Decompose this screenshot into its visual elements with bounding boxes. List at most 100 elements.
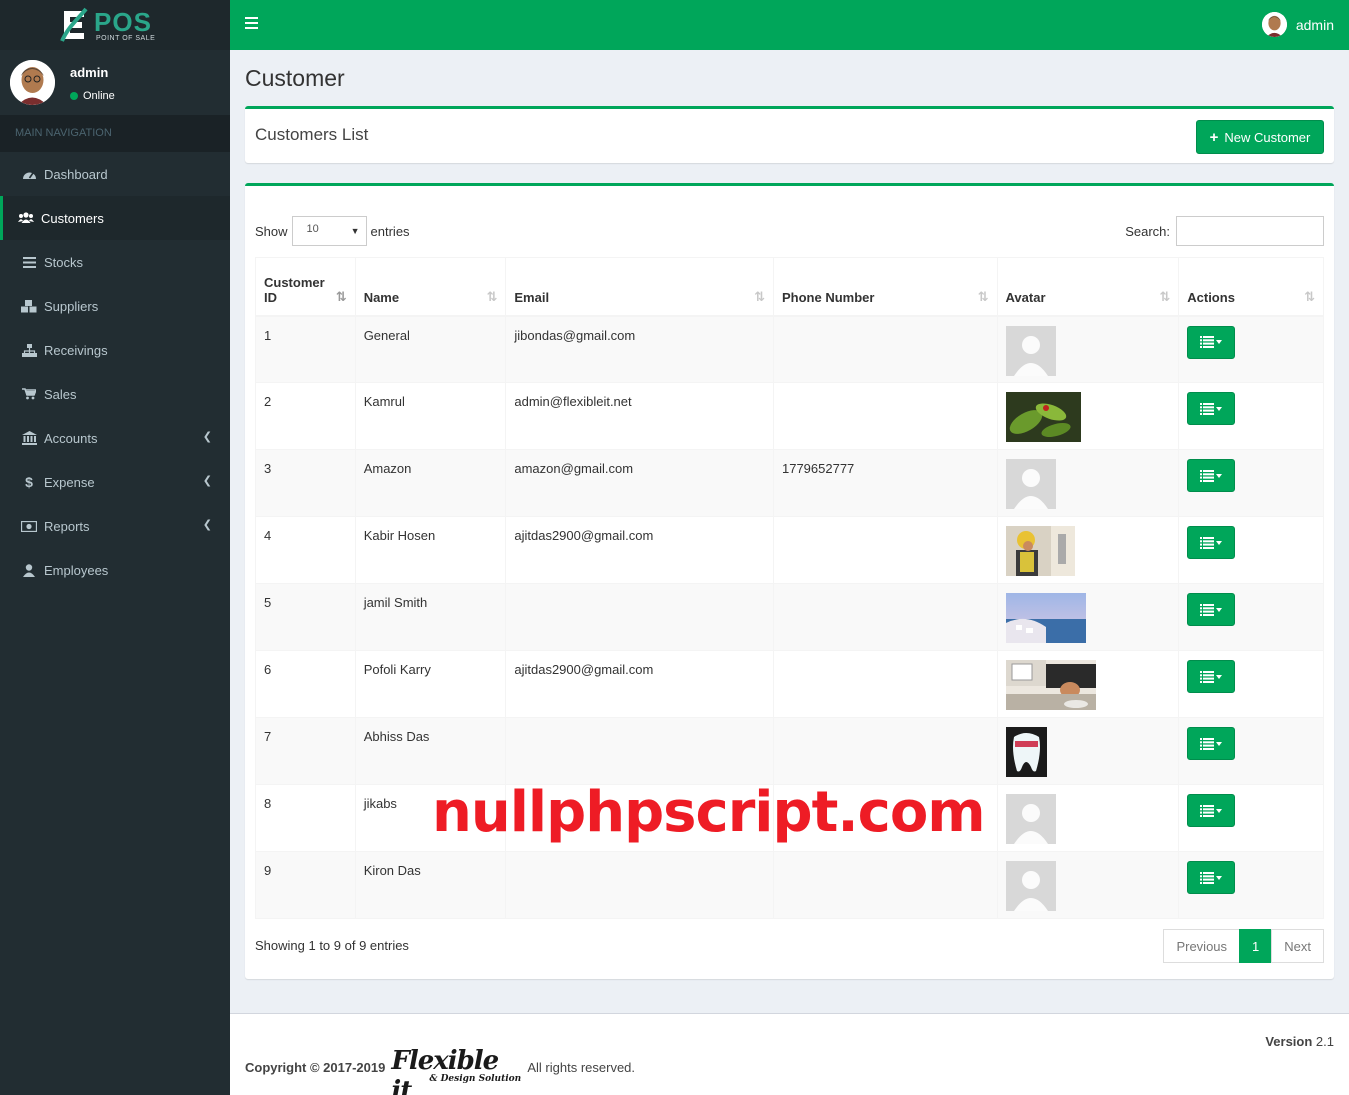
default-avatar-image bbox=[1005, 861, 1056, 911]
cell-name: Kabir Hosen bbox=[354, 516, 507, 584]
list-icon bbox=[21, 256, 37, 268]
sitemap-icon bbox=[21, 343, 37, 357]
next-page-button[interactable]: Next bbox=[1271, 929, 1324, 963]
table-row: 9 Kiron Das bbox=[255, 851, 1324, 919]
page-length-select[interactable]: 10 ▼ bbox=[291, 216, 367, 246]
brand-name: Flexible it bbox=[391, 1046, 499, 1095]
sidebar-item-expense[interactable]: $ Expense ❮ bbox=[0, 460, 230, 504]
column-header-label: Avatar bbox=[1005, 289, 1046, 305]
cell-customer-id: 3 bbox=[255, 449, 356, 517]
column-header-label: Customer ID bbox=[264, 274, 325, 305]
cell-customer-id: 8 bbox=[255, 784, 356, 852]
bank-icon bbox=[21, 431, 37, 445]
logo-e-icon bbox=[60, 7, 88, 42]
sidebar-item-suppliers[interactable]: Suppliers bbox=[0, 284, 230, 328]
customer-avatar-image bbox=[1005, 727, 1047, 777]
search-label: Search: bbox=[1125, 223, 1170, 239]
row-actions-button[interactable] bbox=[1187, 392, 1236, 425]
page-length-value: 10 bbox=[306, 223, 319, 235]
cell-name: Abhiss Das bbox=[354, 717, 507, 785]
dashboard-icon bbox=[21, 168, 37, 180]
sidebar-item-receivings[interactable]: Receivings bbox=[0, 328, 230, 372]
column-header-actions[interactable]: Actions ⇅ bbox=[1178, 257, 1324, 317]
column-header-phone[interactable]: Phone Number ⇅ bbox=[772, 257, 998, 317]
cell-phone bbox=[772, 650, 998, 718]
nav-header: MAIN NAVIGATION bbox=[0, 115, 230, 152]
sidebar-item-label: Sales bbox=[44, 386, 77, 402]
cell-avatar bbox=[996, 784, 1180, 852]
list-dropdown-icon bbox=[1200, 871, 1223, 884]
column-header-email[interactable]: Email ⇅ bbox=[505, 257, 774, 317]
row-actions-button[interactable] bbox=[1187, 459, 1236, 492]
sidebar-item-dashboard[interactable]: Dashboard bbox=[0, 152, 230, 196]
column-header-id[interactable]: Customer ID ⇅ bbox=[255, 257, 356, 317]
row-actions-button[interactable] bbox=[1187, 325, 1236, 359]
plus-icon: + bbox=[1209, 128, 1219, 146]
sort-icon: ⇅ bbox=[1159, 288, 1171, 304]
sidebar-item-customers[interactable]: Customers bbox=[0, 196, 230, 240]
user-menu[interactable]: admin bbox=[1261, 12, 1334, 37]
sidebar-item-sales[interactable]: Sales bbox=[0, 372, 230, 416]
sidebar-item-reports[interactable]: Reports ❮ bbox=[0, 504, 230, 548]
sidebar-item-label: Accounts bbox=[44, 430, 98, 446]
list-dropdown-icon bbox=[1200, 603, 1223, 616]
row-actions-button[interactable] bbox=[1187, 526, 1236, 559]
customer-avatar-image bbox=[1005, 593, 1086, 643]
row-actions-button[interactable] bbox=[1187, 660, 1236, 693]
user-panel: admin Online bbox=[0, 50, 230, 115]
box-title: Customers List bbox=[255, 125, 369, 144]
row-actions-button[interactable] bbox=[1187, 794, 1236, 827]
cell-email: admin@flexibleit.net bbox=[505, 382, 774, 450]
table-row: 7 Abhiss Das bbox=[255, 717, 1324, 785]
cell-name: jamil Smith bbox=[354, 583, 507, 651]
cell-actions bbox=[1178, 516, 1324, 584]
cell-phone bbox=[772, 382, 998, 450]
cell-email: amazon@gmail.com bbox=[505, 449, 774, 517]
sidebar-item-employees[interactable]: Employees bbox=[0, 548, 230, 592]
cell-phone bbox=[772, 851, 998, 919]
sort-icon: ⇅ bbox=[486, 288, 498, 304]
user-name: admin bbox=[70, 65, 109, 80]
customers-table-box: Show 10 ▼ entries Search: Customer ID ⇅ N… bbox=[245, 183, 1334, 979]
menu-toggle-icon[interactable] bbox=[245, 17, 258, 31]
sort-asc-icon: ⇅ bbox=[335, 288, 347, 304]
chevron-left-icon: ❮ bbox=[202, 431, 212, 443]
sidebar-item-label: Expense bbox=[44, 474, 95, 490]
table-row: 5 jamil Smith bbox=[255, 583, 1324, 651]
list-dropdown-icon bbox=[1200, 737, 1223, 750]
app-logo[interactable]: POS POINT OF SALE bbox=[0, 0, 230, 50]
row-actions-button[interactable] bbox=[1187, 861, 1236, 894]
chevron-left-icon: ❮ bbox=[202, 475, 212, 487]
show-label: Show bbox=[255, 223, 288, 239]
cell-phone bbox=[772, 583, 998, 651]
table-row: 1 General jibondas@gmail.com bbox=[255, 315, 1324, 383]
cell-actions bbox=[1178, 717, 1324, 785]
cell-actions bbox=[1178, 650, 1324, 718]
table-info: Showing 1 to 9 of 9 entries bbox=[255, 938, 409, 953]
row-actions-button[interactable] bbox=[1187, 727, 1236, 760]
cell-avatar bbox=[996, 315, 1180, 383]
page-length-control: Show 10 ▼ entries bbox=[255, 216, 410, 246]
new-customer-button[interactable]: + New Customer bbox=[1196, 120, 1324, 154]
row-actions-button[interactable] bbox=[1187, 593, 1236, 626]
default-avatar-image bbox=[1005, 794, 1056, 844]
page-button-1[interactable]: 1 bbox=[1239, 929, 1273, 963]
watermark-text: nullphpscript.com bbox=[432, 780, 986, 845]
cell-email bbox=[505, 717, 774, 785]
column-header-label: Name bbox=[363, 289, 400, 305]
column-header-name[interactable]: Name ⇅ bbox=[354, 257, 507, 317]
search-control: Search: bbox=[1125, 216, 1324, 246]
column-header-avatar[interactable]: Avatar ⇅ bbox=[996, 257, 1180, 317]
sort-icon: ⇅ bbox=[977, 288, 989, 304]
sort-icon: ⇅ bbox=[754, 288, 765, 304]
search-input[interactable] bbox=[1176, 216, 1324, 246]
cell-avatar bbox=[996, 650, 1180, 718]
sidebar-item-stocks[interactable]: Stocks bbox=[0, 240, 230, 284]
cell-avatar bbox=[996, 449, 1180, 517]
previous-page-button[interactable]: Previous bbox=[1163, 929, 1241, 963]
sidebar: POS POINT OF SALE admin Online MAIN NAVI… bbox=[0, 0, 230, 1095]
logo-subtitle: POINT OF SALE bbox=[96, 35, 156, 42]
default-avatar-image bbox=[1005, 459, 1056, 509]
sidebar-item-accounts[interactable]: Accounts ❮ bbox=[0, 416, 230, 460]
cell-name: Amazon bbox=[354, 449, 507, 517]
